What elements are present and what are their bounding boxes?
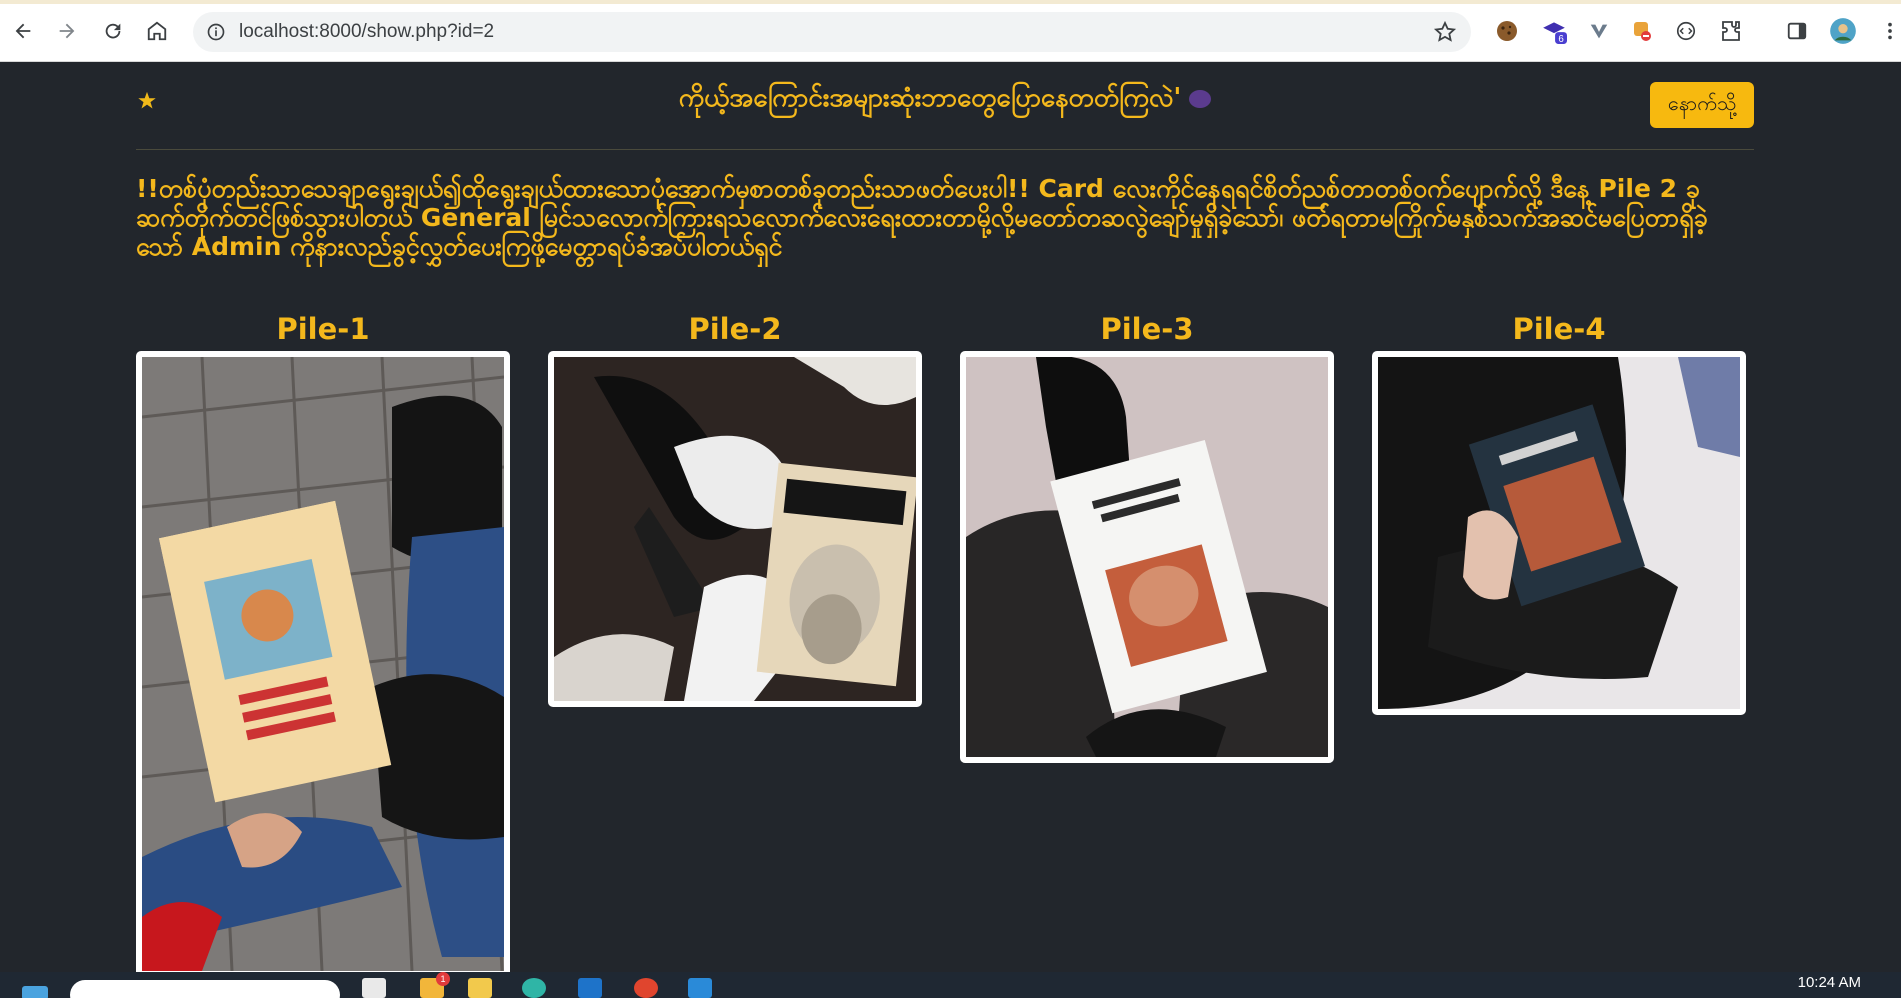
system-clock[interactable]: 10:24 AM bbox=[1798, 974, 1861, 991]
graduation-cap-extension-icon[interactable]: 6 bbox=[1540, 17, 1568, 45]
pile-image[interactable] bbox=[960, 351, 1334, 763]
profile-avatar-icon[interactable] bbox=[1829, 17, 1857, 45]
taskbar-search[interactable] bbox=[70, 980, 340, 998]
pile-image[interactable] bbox=[136, 351, 510, 972]
os-taskbar: 1 10:24 AM bbox=[0, 972, 1901, 998]
vscode-icon[interactable] bbox=[688, 978, 712, 998]
pile-title: Pile-4 bbox=[1512, 312, 1606, 346]
address-bar[interactable]: localhost:8000/show.php?id=2 bbox=[193, 12, 1471, 52]
back-button[interactable]: နောက်သို့ bbox=[1650, 82, 1754, 128]
pile-image[interactable] bbox=[548, 351, 922, 707]
browser-toolbar: localhost:8000/show.php?id=2 6 bbox=[0, 0, 1901, 62]
pile-card-1[interactable]: Pile-1 bbox=[136, 307, 510, 972]
puzzle-extensions-icon[interactable] bbox=[1717, 17, 1745, 45]
pile-title: Pile-2 bbox=[688, 312, 782, 346]
pile-title: Pile-3 bbox=[1100, 312, 1194, 346]
task-view-icon[interactable] bbox=[362, 978, 386, 998]
vpn-extension-icon[interactable] bbox=[1585, 17, 1613, 45]
svg-text:6: 6 bbox=[1558, 34, 1563, 44]
page-title: ကိုယ့်အကြောင်းအများဆုံးဘာတွေပြောနေတတ်ကြလ… bbox=[136, 80, 1754, 119]
arrow-left-icon bbox=[15, 23, 31, 39]
pile-title: Pile-1 bbox=[276, 312, 370, 346]
edge-browser-icon[interactable] bbox=[522, 978, 546, 998]
reload-button[interactable] bbox=[96, 14, 130, 48]
windows-start-icon[interactable] bbox=[22, 986, 48, 998]
pile-card-3[interactable]: Pile-3 bbox=[960, 307, 1334, 763]
page-content: ကိုယ့်အကြောင်းအများဆုံးဘာတွေပြောနေတတ်ကြလ… bbox=[0, 62, 1901, 972]
site-info-icon[interactable] bbox=[205, 21, 227, 43]
cookie-extension-icon[interactable] bbox=[1493, 17, 1521, 45]
notification-app-icon[interactable]: 1 bbox=[420, 972, 450, 998]
reload-icon bbox=[105, 23, 121, 39]
url-text: localhost:8000/show.php?id=2 bbox=[239, 21, 495, 42]
browser-menu-icon[interactable] bbox=[1876, 17, 1901, 45]
notification-badge: 1 bbox=[436, 972, 450, 986]
chrome-browser-icon[interactable] bbox=[634, 978, 658, 998]
arrow-right-icon bbox=[59, 23, 75, 39]
blocked-extension-icon[interactable] bbox=[1628, 17, 1656, 45]
page-title-text: ကိုယ့်အကြောင်းအများဆုံးဘာတွေပြောနေတတ်ကြလ… bbox=[678, 83, 1182, 113]
back-nav-button[interactable] bbox=[6, 14, 40, 48]
forward-nav-button[interactable] bbox=[50, 14, 84, 48]
pile-image[interactable] bbox=[1372, 351, 1746, 715]
pile-card-2[interactable]: Pile-2 bbox=[548, 307, 922, 707]
side-panel-icon[interactable] bbox=[1783, 17, 1811, 45]
home-icon bbox=[147, 21, 167, 41]
intro-text: !!တစ်ပုံတည်းသာသေချာရွေးချယ်၍ထိုရွေးချယ်ထ… bbox=[136, 174, 1708, 261]
home-button[interactable] bbox=[140, 14, 174, 48]
bookmark-star-icon[interactable] bbox=[1433, 20, 1457, 44]
code-extension-icon[interactable] bbox=[1672, 17, 1700, 45]
tab-strip-edge bbox=[0, 0, 1901, 4]
site-header: ကိုယ့်အကြောင်းအများဆုံးဘာတွေပြောနေတတ်ကြလ… bbox=[136, 62, 1754, 150]
mail-app-icon[interactable] bbox=[578, 978, 602, 998]
speech-bubble-icon bbox=[1189, 89, 1212, 108]
pile-card-4[interactable]: Pile-4 bbox=[1372, 307, 1746, 715]
file-explorer-icon[interactable] bbox=[468, 978, 492, 998]
